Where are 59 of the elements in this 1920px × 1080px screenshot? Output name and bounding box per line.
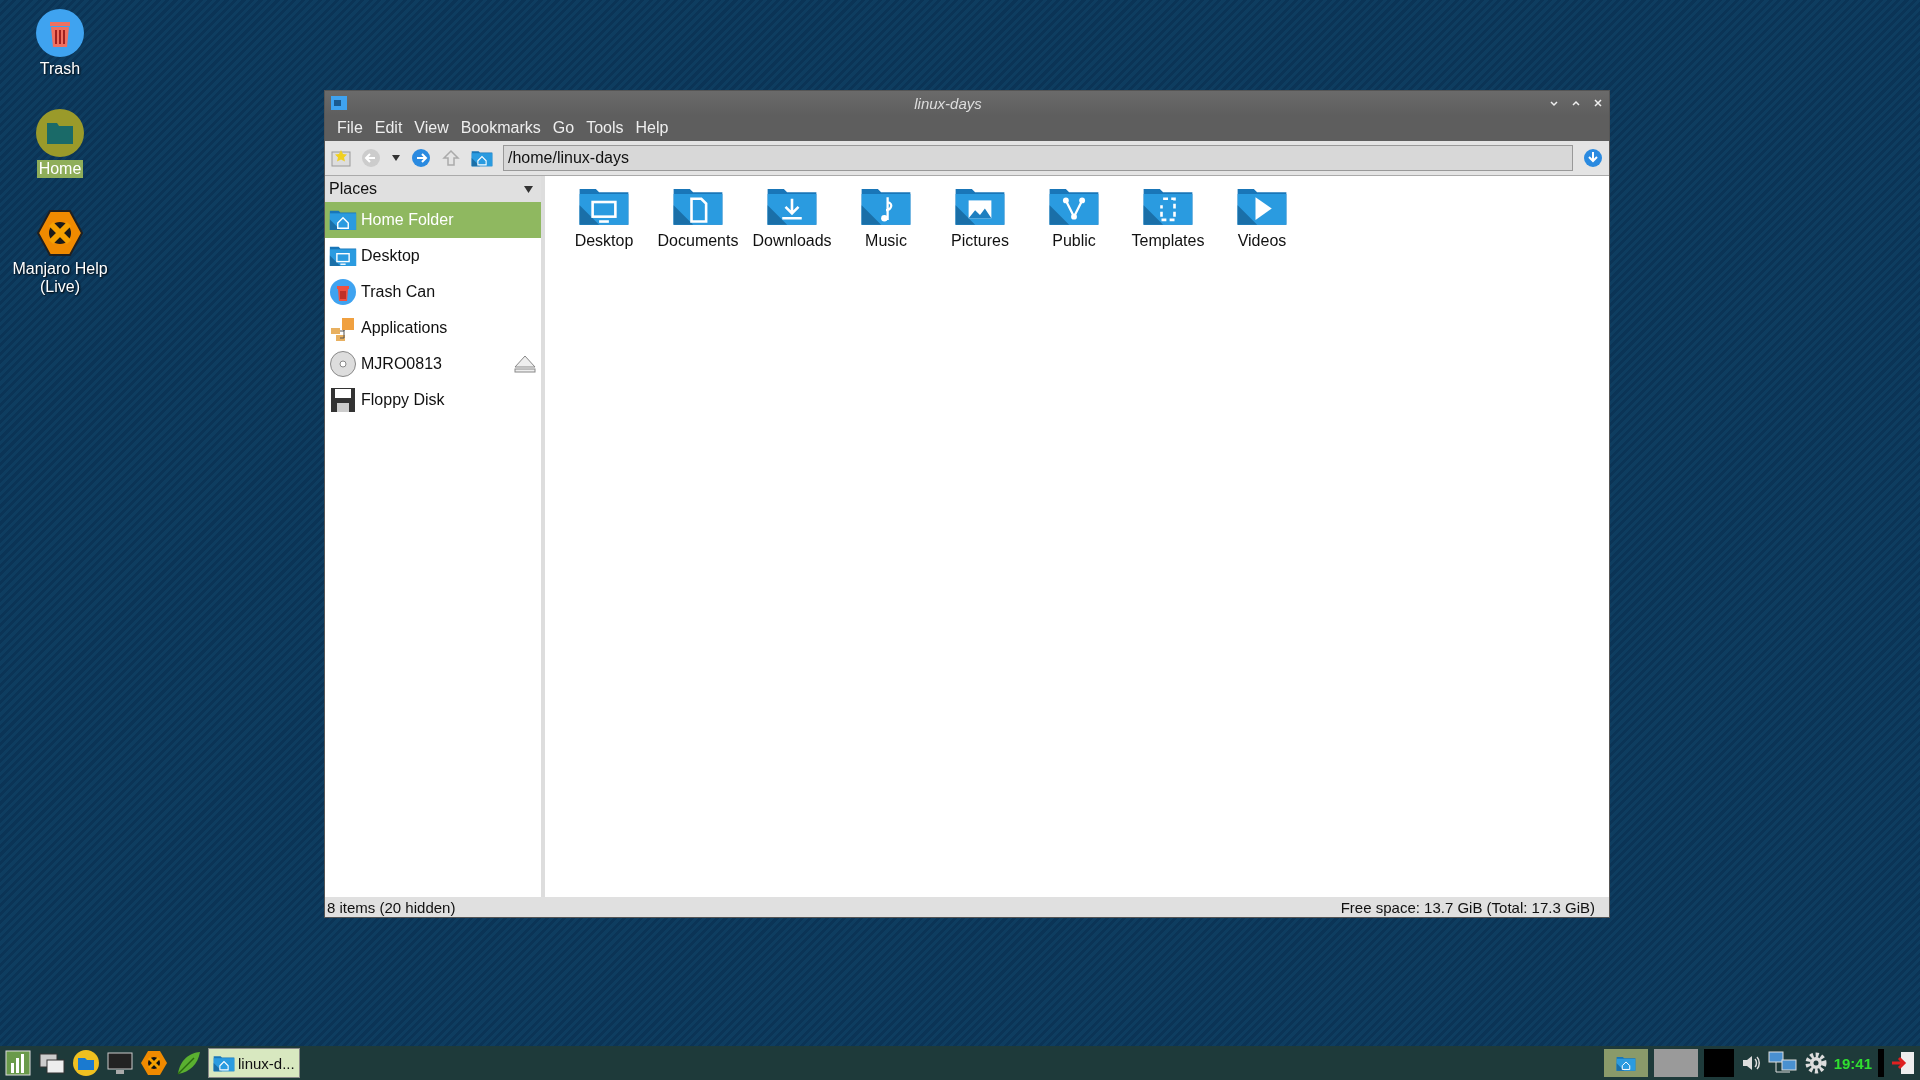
folder-label[interactable]: Public [1052, 232, 1096, 251]
minimize-icon[interactable] [1549, 98, 1559, 108]
menu-item[interactable]: File [331, 119, 369, 137]
workspace-button[interactable] [1653, 1049, 1698, 1077]
settings-icon[interactable] [1803, 1051, 1828, 1075]
sidebar-item[interactable]: Applications [325, 310, 541, 346]
folder-label[interactable]: Templates [1131, 232, 1205, 251]
maximize-icon[interactable] [1571, 98, 1581, 108]
trash-icon [35, 8, 85, 58]
menu-item[interactable]: Help [629, 119, 675, 137]
folder-label[interactable]: Pictures [951, 232, 1009, 251]
star-folder-icon[interactable] [331, 149, 351, 167]
logout-icon[interactable] [1890, 1050, 1916, 1076]
folder-label[interactable]: Music [865, 232, 907, 251]
forward-icon[interactable] [411, 148, 431, 168]
menu-item[interactable]: Bookmarks [454, 119, 547, 137]
separator-block [1878, 1049, 1884, 1077]
file-manager-icon [1615, 1054, 1636, 1072]
home-folder-icon[interactable] [471, 148, 493, 168]
monitor-icon[interactable] [106, 1049, 134, 1077]
disc-icon [329, 350, 357, 378]
path-field[interactable]: /home/linux-days [503, 145, 1573, 171]
sidebar-item[interactable]: Trash Can [325, 274, 541, 310]
eject-icon[interactable] [513, 354, 537, 374]
folder-label[interactable]: Desktop [574, 232, 634, 251]
network-icon[interactable] [1767, 1050, 1798, 1076]
download-icon[interactable] [1583, 148, 1603, 168]
workspace-button[interactable] [1603, 1049, 1648, 1077]
menu-item[interactable]: View [408, 119, 455, 137]
chart-menu-icon[interactable] [4, 1049, 32, 1077]
places-header: Places [329, 180, 378, 198]
dropdown-caret-icon[interactable] [391, 154, 401, 162]
folder-icon[interactable] [72, 1049, 100, 1077]
dropdown-caret-icon[interactable] [524, 185, 533, 193]
taskbar-window-button[interactable]: linux-d... [208, 1048, 300, 1078]
monitor-folder-icon [329, 244, 357, 268]
menu-item[interactable]: Tools [580, 119, 630, 137]
menu-item[interactable]: Go [546, 119, 581, 137]
file-manager-icon [331, 96, 347, 110]
desktop-icon-label[interactable]: Trash [37, 60, 83, 78]
sidebar-item[interactable]: MJRO0813 [325, 346, 541, 382]
folder-label[interactable]: Videos [1237, 232, 1287, 251]
trash-icon [329, 278, 357, 306]
folder-icon [35, 108, 85, 158]
menu-item[interactable]: Edit [368, 119, 409, 137]
sidebar-item[interactable]: Desktop [325, 238, 541, 274]
desktop-icon-label[interactable]: Manjaro Help (Live) [8, 260, 112, 296]
status-free-space: Free space: 13.7 GiB (Total: 17.3 GiB) [1340, 898, 1595, 916]
sidebar-item[interactable]: Floppy Disk [325, 382, 541, 418]
home-folder-icon [329, 208, 357, 232]
close-icon[interactable] [1593, 98, 1603, 108]
file-manager-icon [213, 1053, 235, 1073]
folder-label[interactable]: Documents [657, 232, 739, 251]
clock[interactable]: 19:41 [1833, 1054, 1872, 1072]
folder-label[interactable]: Downloads [752, 232, 832, 251]
lifebuoy-icon[interactable] [140, 1049, 168, 1077]
lifebuoy-icon [35, 208, 85, 258]
window-title: linux-days [913, 94, 983, 112]
status-item-count: 8 items (20 hidden) [327, 898, 456, 916]
